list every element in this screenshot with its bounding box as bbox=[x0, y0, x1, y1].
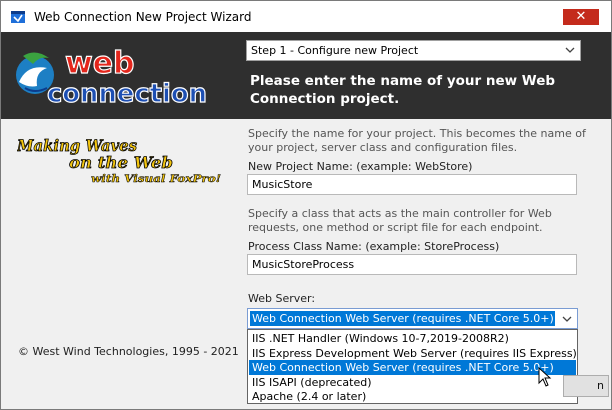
mouse-pointer-icon bbox=[538, 367, 552, 387]
project-name-input[interactable]: MusicStore bbox=[247, 174, 577, 195]
web-server-option[interactable]: IIS ISAPI (deprecated) bbox=[249, 375, 576, 390]
web-server-selected-value: Web Connection Web Server (requires .NET… bbox=[250, 311, 555, 326]
process-class-help: Specify a class that acts as the main co… bbox=[248, 207, 552, 234]
slogan-line-3: with Visual FoxPro! bbox=[91, 174, 221, 185]
web-server-label: Web Server: bbox=[248, 292, 316, 305]
step-dropdown[interactable]: Step 1 - Configure new Project bbox=[246, 40, 581, 61]
project-name-help: Specify the name for your project. This … bbox=[248, 127, 586, 154]
web-server-option-highlighted[interactable]: Web Connection Web Server (requires .NET… bbox=[249, 360, 576, 375]
process-class-label: Process Class Name: (example: StoreProce… bbox=[248, 240, 500, 253]
project-name-value: MusicStore bbox=[252, 178, 313, 191]
web-server-option[interactable]: IIS Express Development Web Server (requ… bbox=[249, 346, 577, 361]
web-server-dropdown[interactable]: Web Connection Web Server (requires .NET… bbox=[247, 308, 578, 329]
web-connection-logo: web connection bbox=[16, 45, 208, 106]
chevron-down-icon bbox=[565, 47, 575, 53]
close-button[interactable]: ✕ bbox=[563, 9, 599, 25]
window-title: Web Connection New Project Wizard bbox=[34, 10, 252, 24]
slogan-graphic: Making Waves on the Web with Visual FoxP… bbox=[17, 136, 221, 186]
logo-word-web: web bbox=[65, 46, 135, 81]
web-server-option[interactable]: Apache (2.4 or later) bbox=[249, 389, 576, 404]
step-dropdown-value: Step 1 - Configure new Project bbox=[251, 44, 419, 57]
next-button[interactable]: n bbox=[563, 375, 609, 397]
project-name-label: New Project Name: (example: WebStore) bbox=[248, 160, 473, 173]
copyright-text: © West Wind Technologies, 1995 - 2021 bbox=[18, 345, 239, 358]
chevron-down-icon bbox=[562, 316, 572, 322]
title-bar[interactable]: Web Connection New Project Wizard ✕ bbox=[1, 1, 611, 33]
slogan-line-2: on the Web bbox=[69, 153, 173, 172]
wizard-window: Web Connection New Project Wizard ✕ web … bbox=[0, 0, 612, 410]
logo-word-connection: connection bbox=[47, 79, 207, 106]
process-class-input[interactable]: MusicStoreProcess bbox=[247, 254, 577, 275]
next-button-label-fragment: n bbox=[597, 379, 604, 392]
wizard-app-icon bbox=[11, 11, 25, 23]
web-server-option[interactable]: IIS .NET Handler (Windows 10-7,2019-2008… bbox=[249, 331, 576, 346]
web-server-options-list: IIS .NET Handler (Windows 10-7,2019-2008… bbox=[247, 329, 578, 404]
wizard-header: web connection Step 1 - Configure new Pr… bbox=[1, 32, 611, 119]
page-heading: Please enter the name of your new Web Co… bbox=[250, 73, 556, 107]
process-class-value: MusicStoreProcess bbox=[252, 258, 355, 271]
close-icon: ✕ bbox=[575, 9, 587, 24]
